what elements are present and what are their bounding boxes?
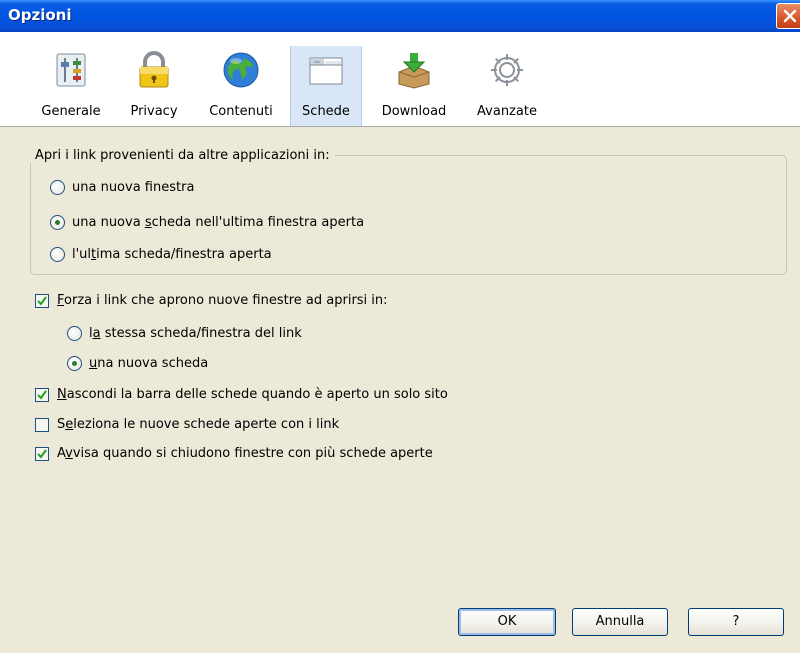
tab-schede[interactable]: Schede bbox=[290, 46, 362, 126]
preferences-toolbar: Generale Privacy Contenuti Schede Downlo… bbox=[0, 32, 800, 127]
schede-pane: Apri i link provenienti da altre applica… bbox=[0, 127, 800, 653]
checkbox-hide-tab-bar[interactable]: Nascondi la barra delle schede quando è … bbox=[35, 387, 448, 402]
close-button[interactable] bbox=[776, 3, 800, 29]
tab-download[interactable]: Download bbox=[372, 46, 456, 126]
tab-contenuti-label: Contenuti bbox=[209, 104, 273, 119]
tab-contenuti[interactable]: Contenuti bbox=[198, 46, 284, 126]
checkbox-force-links[interactable]: Forza i link che aprono nuove finestre a… bbox=[35, 293, 388, 308]
radio-same-tab[interactable]: la stessa scheda/finestra del link bbox=[67, 326, 302, 341]
warn-on-close-label: Avvisa quando si chiudono finestre con p… bbox=[57, 446, 433, 461]
checkbox[interactable] bbox=[35, 293, 49, 308]
open-links-legend: Apri i link provenienti da altre applica… bbox=[30, 148, 335, 163]
checkmark-icon bbox=[37, 389, 47, 400]
tab-schede-label: Schede bbox=[302, 104, 350, 119]
radio-new-tab-label: una nuova scheda nell'ultima finestra ap… bbox=[72, 215, 365, 230]
sliders-icon bbox=[56, 53, 86, 87]
radio-button[interactable] bbox=[50, 180, 65, 195]
tab-avanzate-label: Avanzate bbox=[477, 104, 537, 119]
radio-button[interactable] bbox=[50, 215, 65, 230]
radio-button[interactable] bbox=[67, 326, 82, 341]
checkmark-icon bbox=[37, 295, 47, 306]
globe-icon bbox=[223, 52, 259, 88]
radio-last-tab-label: l'ultima scheda/finestra aperta bbox=[72, 247, 272, 262]
radio-new-window-label: una nuova finestra bbox=[72, 180, 195, 195]
gear-icon bbox=[491, 54, 523, 86]
hide-tab-bar-label: Nascondi la barra delle schede quando è … bbox=[57, 387, 448, 402]
window-title: Opzioni bbox=[8, 6, 72, 24]
tab-generale[interactable]: Generale bbox=[32, 46, 110, 126]
tab-avanzate[interactable]: Avanzate bbox=[464, 46, 550, 126]
radio-button[interactable] bbox=[50, 247, 65, 262]
checkbox[interactable] bbox=[35, 417, 49, 432]
radio-button[interactable] bbox=[67, 356, 82, 371]
options-dialog: Opzioni Generale Privacy Contenuti Sched… bbox=[0, 0, 800, 653]
radio-new-tab[interactable]: una nuova scheda bbox=[67, 356, 208, 371]
checkbox[interactable] bbox=[35, 446, 49, 461]
tab-privacy[interactable]: Privacy bbox=[118, 46, 190, 126]
radio-new-tab-label: una nuova scheda bbox=[89, 356, 209, 371]
checkbox-warn-on-close[interactable]: Avvisa quando si chiudono finestre con p… bbox=[35, 446, 433, 461]
ok-button[interactable]: OK bbox=[458, 608, 556, 636]
radio-last-tab-window[interactable]: l'ultima scheda/finestra aperta bbox=[50, 247, 272, 262]
radio-same-tab-label: la stessa scheda/finestra del link bbox=[89, 326, 302, 341]
download-box-icon bbox=[398, 53, 430, 89]
tab-generale-label: Generale bbox=[41, 104, 101, 119]
tab-download-label: Download bbox=[381, 104, 447, 119]
checkbox[interactable] bbox=[35, 387, 49, 402]
radio-new-window[interactable]: una nuova finestra bbox=[50, 180, 194, 195]
checkmark-icon bbox=[37, 448, 47, 459]
help-button[interactable]: ? bbox=[688, 608, 784, 636]
checkbox-select-new-tabs[interactable]: Seleziona le nuove schede aperte con i l… bbox=[35, 417, 339, 432]
force-links-label: Forza i link che aprono nuove finestre a… bbox=[57, 293, 388, 308]
close-icon bbox=[783, 9, 797, 23]
tab-privacy-label: Privacy bbox=[130, 104, 178, 119]
title-bar[interactable]: Opzioni bbox=[0, 0, 800, 32]
radio-new-tab-last-window[interactable]: una nuova scheda nell'ultima finestra ap… bbox=[50, 215, 364, 230]
tabs-window-icon bbox=[309, 57, 343, 85]
padlock-icon bbox=[139, 51, 169, 88]
select-new-tabs-label: Seleziona le nuove schede aperte con i l… bbox=[57, 417, 340, 432]
cancel-button[interactable]: Annulla bbox=[572, 608, 668, 636]
